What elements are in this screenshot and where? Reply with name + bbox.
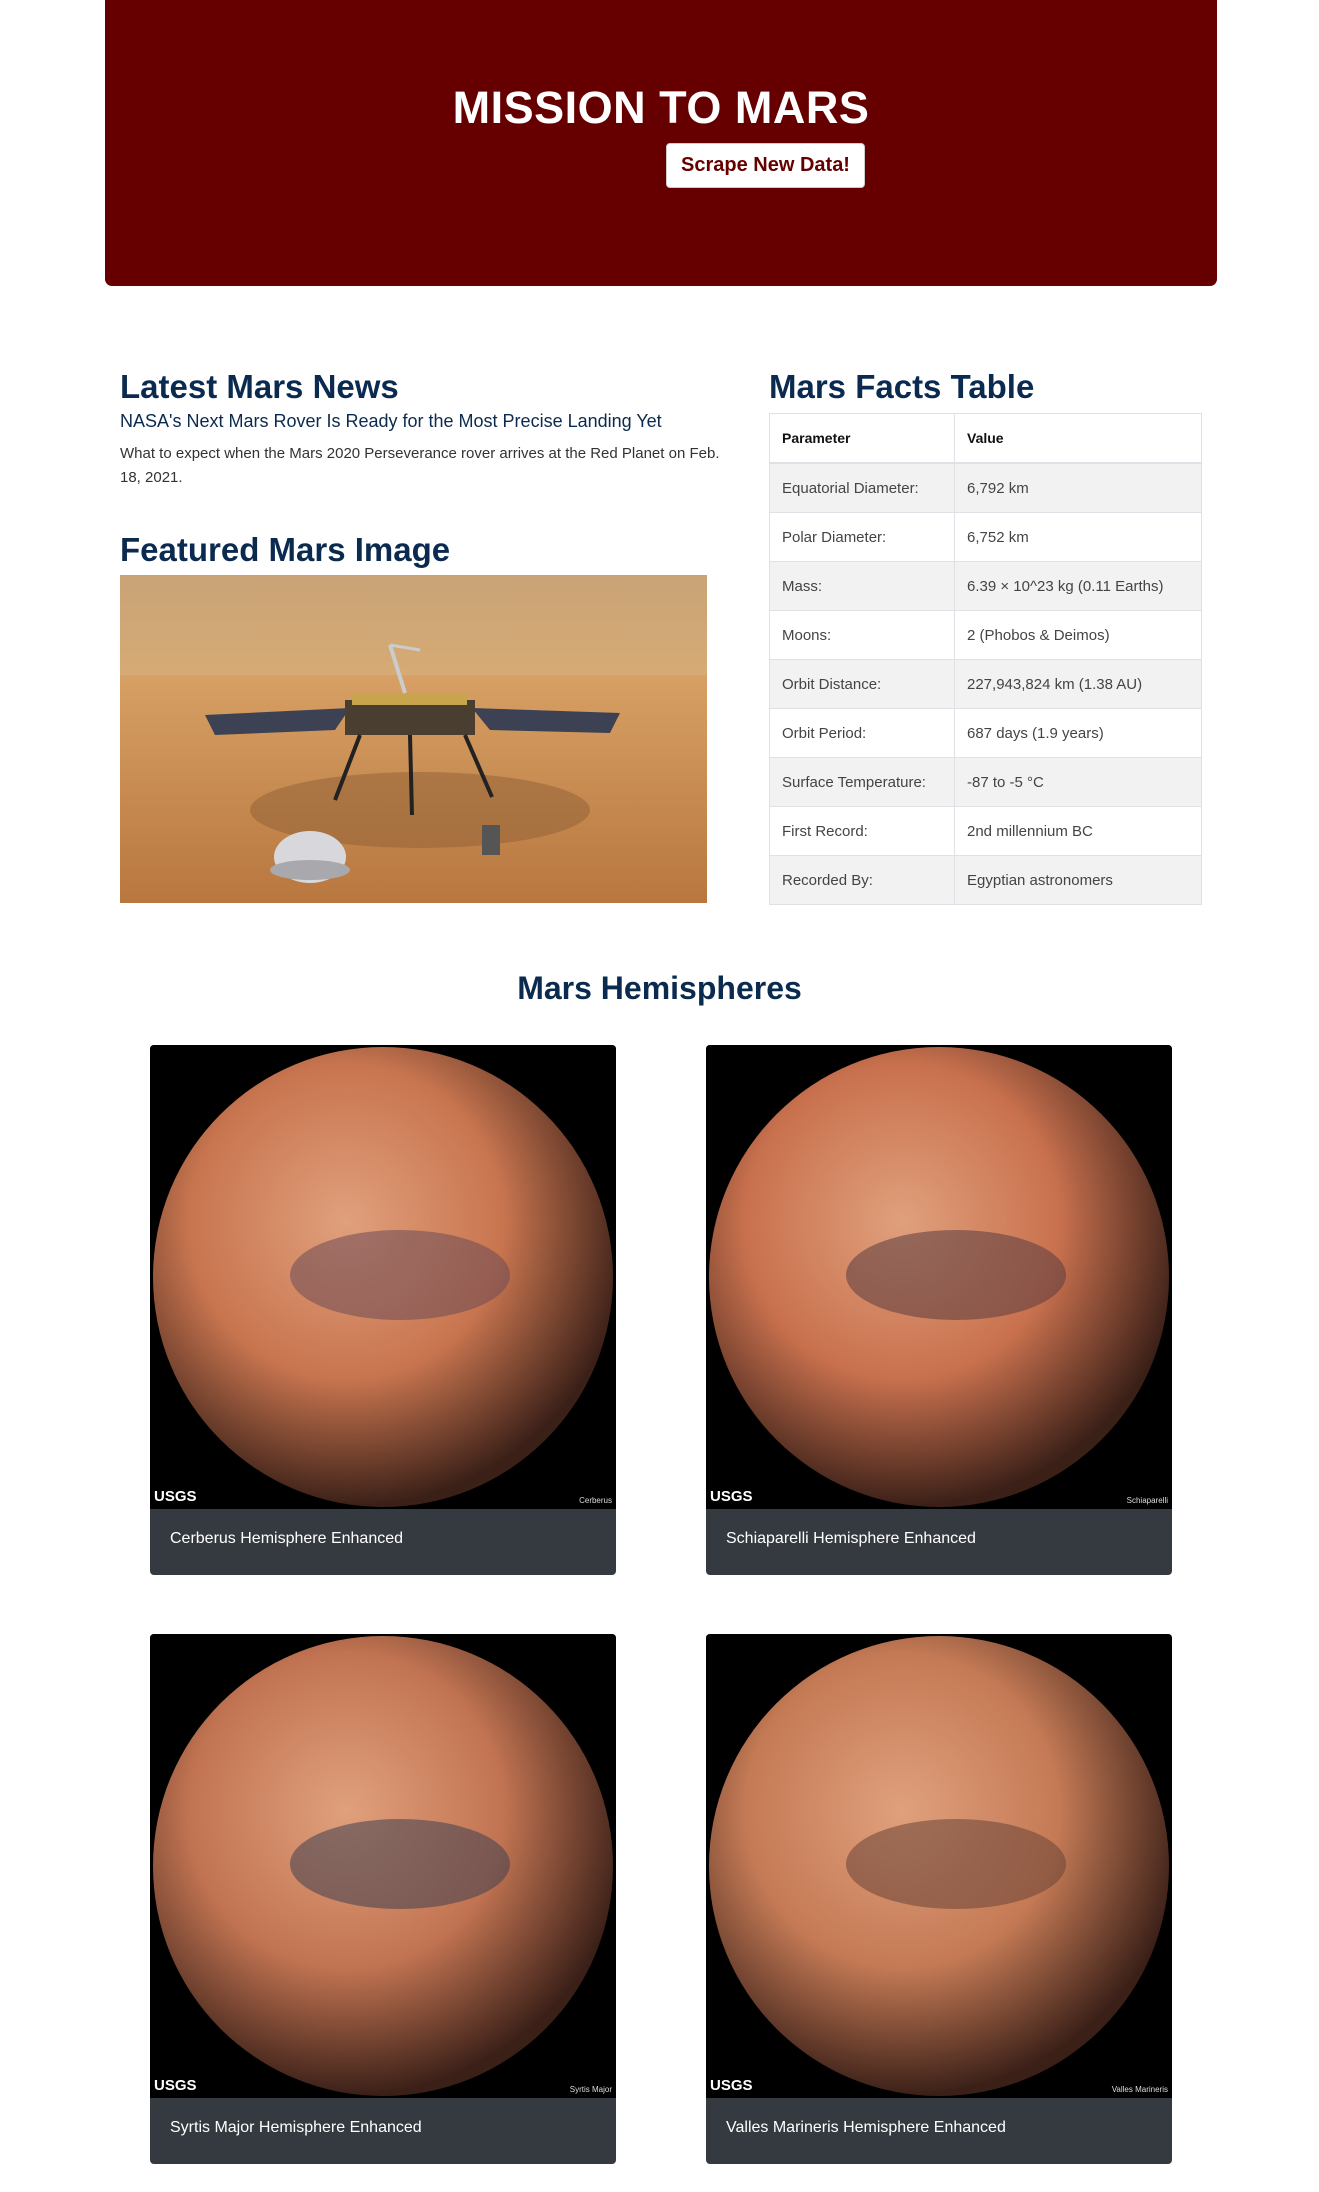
- table-row: Polar Diameter: 6,752 km: [769, 512, 1202, 562]
- fact-value: 6,792 km: [954, 462, 1202, 513]
- usgs-logo: USGS: [154, 1488, 197, 1505]
- fact-value: 6,752 km: [954, 512, 1202, 562]
- hemisphere-image-label: Syrtis Major: [569, 2085, 612, 2094]
- surface-feature: [846, 1819, 1066, 1909]
- news-teaser: What to expect when the Mars 2020 Persev…: [120, 445, 720, 486]
- table-header-row: Parameter Value: [769, 413, 1202, 464]
- hemisphere-image[interactable]: USGS Cerberus: [150, 1045, 616, 1509]
- fact-parameter: Orbit Period:: [769, 708, 955, 758]
- featured-heading: Featured Mars Image: [120, 531, 451, 568]
- usgs-logo: USGS: [710, 2077, 753, 2094]
- hemisphere-image[interactable]: USGS Schiaparelli: [706, 1045, 1172, 1509]
- hemisphere-image-label: Valles Marineris: [1111, 2085, 1168, 2094]
- news-title: NASA's Next Mars Rover Is Ready for the …: [120, 411, 662, 431]
- fact-parameter: Mass:: [769, 561, 955, 611]
- header-banner: MISSION TO MARS Scrape New Data!: [105, 0, 1217, 286]
- hemisphere-image[interactable]: USGS Valles Marineris: [706, 1634, 1172, 2098]
- hemisphere-card-valles-marineris[interactable]: USGS Valles Marineris Valles Marineris H…: [706, 1634, 1172, 2164]
- fact-parameter: Equatorial Diameter:: [769, 462, 955, 513]
- table-row: Recorded By: Egyptian astronomers: [769, 855, 1202, 905]
- fact-parameter: Moons:: [769, 610, 955, 660]
- hemisphere-card-syrtis-major[interactable]: USGS Syrtis Major Syrtis Major Hemispher…: [150, 1634, 616, 2164]
- hemisphere-image[interactable]: USGS Syrtis Major: [150, 1634, 616, 2098]
- hemisphere-caption: Syrtis Major Hemisphere Enhanced: [170, 2119, 422, 2136]
- fact-value: 6.39 × 10^23 kg (0.11 Earths): [954, 561, 1202, 611]
- fact-value: 687 days (1.9 years): [954, 708, 1202, 758]
- fact-value: 2nd millennium BC: [954, 806, 1202, 856]
- hemisphere-image-label: Schiaparelli: [1126, 1496, 1168, 1505]
- hemisphere-card-cerberus[interactable]: USGS Cerberus Cerberus Hemisphere Enhanc…: [150, 1045, 616, 1575]
- table-row: Orbit Period: 687 days (1.9 years): [769, 708, 1202, 758]
- news-heading: Latest Mars News: [120, 368, 399, 405]
- fact-value: 2 (Phobos & Deimos): [954, 610, 1202, 660]
- fact-parameter: Surface Temperature:: [769, 757, 955, 807]
- surface-feature: [846, 1230, 1066, 1320]
- scrape-button[interactable]: Scrape New Data!: [666, 143, 865, 188]
- hemisphere-caption: Schiaparelli Hemisphere Enhanced: [726, 1530, 976, 1547]
- table-row: Orbit Distance: 227,943,824 km (1.38 AU): [769, 659, 1202, 709]
- fact-parameter: Polar Diameter:: [769, 512, 955, 562]
- usgs-logo: USGS: [710, 1488, 753, 1505]
- fact-parameter: First Record:: [769, 806, 955, 856]
- page-title: MISSION TO MARS: [452, 82, 870, 133]
- facts-heading: Mars Facts Table: [769, 368, 1035, 405]
- table-row: Surface Temperature: -87 to -5 °C: [769, 757, 1202, 807]
- table-row: Equatorial Diameter: 6,792 km: [769, 462, 1202, 513]
- fact-parameter: Recorded By:: [769, 855, 955, 905]
- table-row: First Record: 2nd millennium BC: [769, 806, 1202, 856]
- column-header-value: Value: [954, 413, 1202, 464]
- fact-parameter: Orbit Distance:: [769, 659, 955, 709]
- hemisphere-caption: Cerberus Hemisphere Enhanced: [170, 1530, 404, 1547]
- mars-facts-table: Parameter Value Equatorial Diameter: 6,79…: [769, 413, 1202, 905]
- featured-mars-image: [120, 575, 707, 903]
- surface-feature: [290, 1819, 510, 1909]
- fact-value: 227,943,824 km (1.38 AU): [954, 659, 1202, 709]
- hemisphere-image-label: Cerberus: [579, 1496, 612, 1505]
- usgs-logo: USGS: [154, 2077, 197, 2094]
- surface-feature: [290, 1230, 510, 1320]
- hemisphere-card-schiaparelli[interactable]: USGS Schiaparelli Schiaparelli Hemispher…: [706, 1045, 1172, 1575]
- fact-value: -87 to -5 °C: [954, 757, 1202, 807]
- table-row: Mass: 6.39 × 10^23 kg (0.11 Earths): [769, 561, 1202, 611]
- table-row: Moons: 2 (Phobos & Deimos): [769, 610, 1202, 660]
- fact-value: Egyptian astronomers: [954, 855, 1202, 905]
- hemispheres-heading: Mars Hemispheres: [517, 970, 802, 1006]
- column-header-parameter: Parameter: [769, 413, 955, 464]
- hemisphere-caption: Valles Marineris Hemisphere Enhanced: [726, 2119, 1006, 2136]
